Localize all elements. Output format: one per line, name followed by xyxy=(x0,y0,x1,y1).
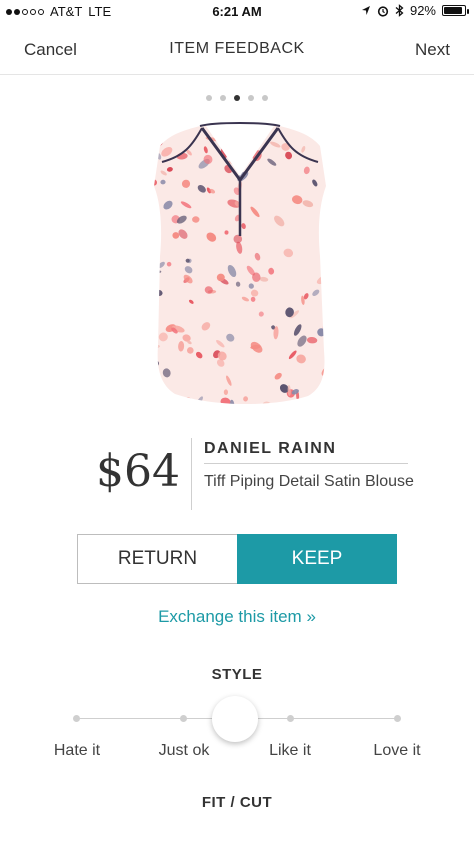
battery-percent: 92% xyxy=(409,3,436,18)
page-title: ITEM FEEDBACK xyxy=(169,40,305,57)
status-bar: AT&T LTE 6:21 AM 92% xyxy=(0,0,474,24)
fit-cut-section-title: FIT / CUT xyxy=(201,794,273,811)
alarm-clock-icon xyxy=(377,5,389,17)
battery-fill xyxy=(444,7,462,14)
bluetooth-icon xyxy=(395,4,404,17)
return-button[interactable]: RETURN xyxy=(77,534,237,584)
slider-tick xyxy=(394,715,401,722)
style-option-just-ok[interactable]: Just ok xyxy=(159,742,210,760)
slider-tick xyxy=(287,715,294,722)
style-section-title: STYLE xyxy=(211,666,263,683)
status-right: 92% xyxy=(361,3,469,18)
slider-tick xyxy=(180,715,187,722)
vertical-divider xyxy=(191,438,192,510)
page-dot xyxy=(234,95,240,101)
brand-name: DANIEL RAINN xyxy=(204,440,337,457)
style-option-hate-it[interactable]: Hate it xyxy=(54,742,100,760)
keep-button[interactable]: KEEP xyxy=(237,534,397,584)
next-button[interactable]: Next xyxy=(415,40,450,60)
horizontal-divider xyxy=(204,463,408,464)
blouse-product-image xyxy=(154,122,326,405)
battery-icon xyxy=(442,5,469,16)
page-dot xyxy=(262,95,268,101)
page-dot xyxy=(248,95,254,101)
slider-tick xyxy=(73,715,80,722)
page-dot xyxy=(220,95,226,101)
page-indicator xyxy=(0,95,474,101)
price: $64 xyxy=(96,446,180,497)
location-arrow-icon xyxy=(361,6,370,15)
page-dot xyxy=(206,95,212,101)
style-slider-thumb[interactable] xyxy=(212,696,258,742)
style-option-love-it[interactable]: Love it xyxy=(373,742,420,760)
style-option-like-it[interactable]: Like it xyxy=(269,742,311,760)
nav-bar: Cancel ITEM FEEDBACK Next xyxy=(0,24,474,75)
item-name: Tiff Piping Detail Satin Blouse xyxy=(204,473,414,490)
exchange-item-link[interactable]: Exchange this item » xyxy=(0,607,474,627)
